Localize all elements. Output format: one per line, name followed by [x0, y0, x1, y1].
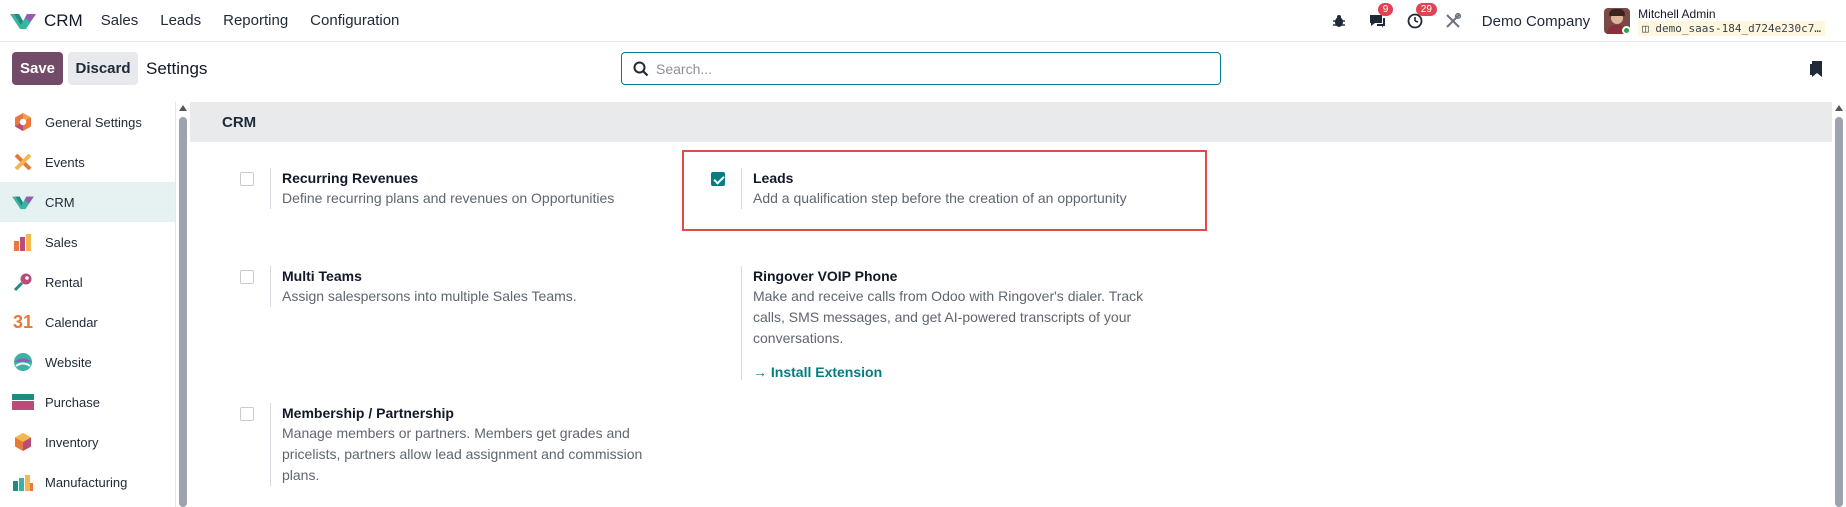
menu-item-reporting[interactable]: Reporting: [223, 12, 288, 29]
sidebar-item-label: Rental: [45, 274, 83, 290]
content-scrollbar[interactable]: [1832, 102, 1846, 507]
sidebar-item-manufacturing[interactable]: Manufacturing: [0, 462, 175, 502]
sidebar-item-label: Website: [45, 354, 92, 370]
search-input[interactable]: [656, 60, 1196, 77]
sidebar-item-calendar[interactable]: 31 Calendar: [0, 302, 175, 342]
chat-icon[interactable]: 9: [1366, 3, 1394, 32]
membership-checkbox[interactable]: [240, 407, 254, 421]
multi-teams-checkbox[interactable]: [240, 270, 254, 284]
sidebar-item-rental[interactable]: Rental: [0, 262, 175, 302]
sidebar-item-label: Calendar: [45, 314, 98, 330]
scroll-up-arrow-icon[interactable]: [179, 105, 187, 111]
sidebar-item-events[interactable]: Events: [0, 142, 175, 182]
save-button[interactable]: Save: [12, 52, 63, 85]
setting-title: Membership / Partnership: [282, 405, 454, 421]
general-settings-icon: [12, 111, 34, 133]
main-menu: Sales Leads Reporting Configuration: [101, 12, 422, 29]
sidebar-item-crm[interactable]: CRM: [0, 182, 175, 222]
user-menu[interactable]: Mitchell Admin ◫ demo_saas-184_d724e230c…: [1604, 7, 1825, 36]
setting-title: Multi Teams: [282, 268, 362, 284]
install-extension-link[interactable]: → Install Extension: [753, 364, 1143, 380]
events-icon: [12, 151, 34, 173]
sidebar-item-label: Sales: [45, 234, 78, 250]
sidebar-item-general-settings[interactable]: General Settings: [0, 102, 175, 142]
activity-badge: 29: [1415, 3, 1437, 16]
crm-icon: [12, 191, 34, 213]
setting-description: Add a qualification step before the crea…: [753, 190, 1127, 206]
control-panel: Save Discard Settings: [0, 42, 1846, 102]
sales-icon: [12, 231, 34, 253]
database-name-text: demo_saas-184_d724e230c7…: [1655, 21, 1821, 35]
website-icon: [12, 351, 34, 373]
setting-ringover-voip: Ringover VOIP Phone Make and receive cal…: [711, 266, 1143, 380]
rental-icon: [12, 271, 34, 293]
bookmark-icon[interactable]: [1810, 60, 1824, 78]
tools-icon[interactable]: [1442, 10, 1464, 32]
setting-description-line: pricelists, partners allow lead assignme…: [282, 446, 643, 462]
leads-checkbox[interactable]: [711, 172, 725, 186]
setting-multi-teams: Multi Teams Assign salespersons into mul…: [240, 266, 577, 307]
sidebar-item-sales[interactable]: Sales: [0, 222, 175, 262]
recurring-revenues-checkbox[interactable]: [240, 172, 254, 186]
setting-description: Define recurring plans and revenues on O…: [282, 190, 615, 206]
setting-recurring-revenues: Recurring Revenues Define recurring plan…: [240, 168, 614, 209]
sidebar-item-purchase[interactable]: Purchase: [0, 382, 175, 422]
user-name: Mitchell Admin: [1638, 6, 1716, 21]
setting-description: Assign salespersons into multiple Sales …: [282, 288, 577, 304]
setting-description-line: conversations.: [753, 330, 844, 346]
settings-content: CRM Recurring Revenues Define recurring …: [190, 102, 1832, 507]
scrollbar-thumb[interactable]: [1835, 117, 1843, 507]
sidebar-item-label: Inventory: [45, 434, 99, 450]
sidebar-item-label: General Settings: [45, 114, 142, 130]
app-brand[interactable]: CRM: [10, 11, 83, 31]
company-switcher[interactable]: Demo Company: [1482, 13, 1590, 30]
scrollbar-thumb[interactable]: [179, 117, 187, 507]
sidebar-item-label: CRM: [45, 194, 75, 210]
sidebar-item-website[interactable]: Website: [0, 342, 175, 382]
sidebar-item-inventory[interactable]: Inventory: [0, 422, 175, 462]
setting-description-line: calls, SMS messages, and get AI-powered …: [753, 309, 1132, 325]
activity-clock-icon[interactable]: 29: [1404, 3, 1437, 32]
search-icon: [633, 61, 649, 76]
top-navbar: CRM Sales Leads Reporting Configuration …: [0, 0, 1846, 42]
section-header-crm: CRM: [190, 102, 1832, 142]
page-title: Settings: [146, 59, 208, 78]
setting-description-line: Make and receive calls from Odoo with Ri…: [753, 288, 1144, 304]
scroll-up-arrow-icon[interactable]: [1835, 105, 1843, 111]
sidebar-item-label: Purchase: [45, 394, 100, 410]
setting-membership: Membership / Partnership Manage members …: [240, 403, 642, 486]
setting-leads: Leads Add a qualification step before th…: [711, 168, 1127, 209]
setting-description-line: plans.: [282, 467, 320, 483]
online-status-dot: [1622, 26, 1631, 34]
app-name: CRM: [44, 10, 83, 30]
purchase-icon: [12, 391, 34, 413]
sidebar-item-label: Events: [45, 154, 85, 170]
inventory-icon: [12, 431, 34, 453]
menu-item-configuration[interactable]: Configuration: [310, 12, 399, 29]
setting-title: Recurring Revenues: [282, 170, 419, 186]
setting-title: Leads: [753, 170, 794, 186]
avatar: [1604, 8, 1631, 34]
menu-item-leads[interactable]: Leads: [160, 12, 201, 29]
discard-button[interactable]: Discard: [68, 52, 138, 85]
debug-bug-icon[interactable]: [1328, 10, 1350, 32]
manufacturing-icon: [12, 471, 34, 493]
crm-logo-icon: [10, 13, 36, 29]
systray: 9 29 Demo Company Mitchell Admin ◫ demo_…: [1312, 0, 1846, 42]
calendar-icon: 31: [12, 311, 34, 332]
search-box[interactable]: [621, 52, 1221, 85]
setting-title: Ringover VOIP Phone: [753, 268, 898, 284]
database-name: ◫ demo_saas-184_d724e230c7…: [1638, 20, 1825, 36]
menu-item-sales[interactable]: Sales: [101, 12, 139, 29]
sidebar-scrollbar[interactable]: [176, 102, 190, 507]
chat-badge: 9: [1377, 3, 1394, 16]
sidebar-item-label: Manufacturing: [45, 474, 128, 490]
settings-sidebar: General Settings Events CRM Sales Rental…: [0, 102, 176, 507]
setting-description-line: Manage members or partners. Members get …: [282, 425, 630, 441]
database-icon: ◫: [1642, 21, 1649, 35]
